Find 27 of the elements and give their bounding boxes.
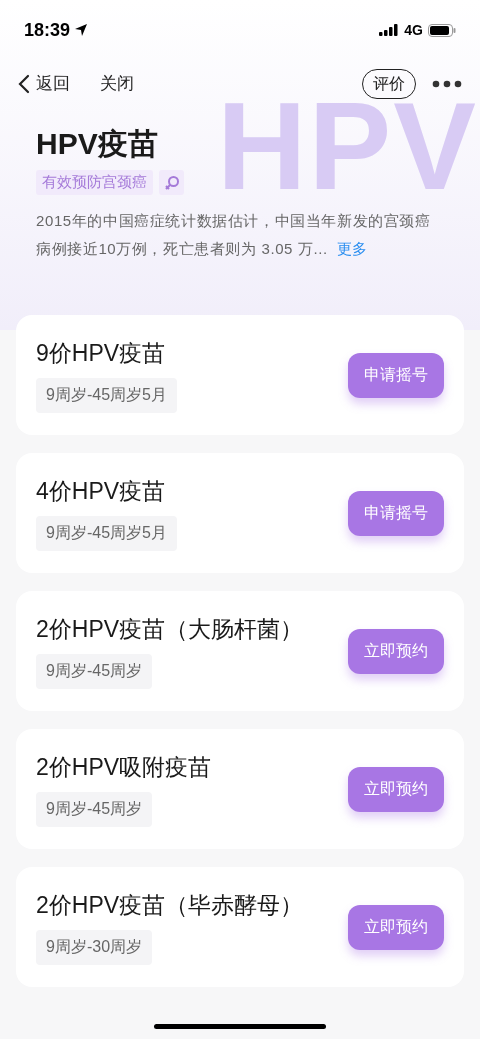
- battery-icon: [428, 23, 456, 37]
- description: 2015年的中国癌症统计数据估计，中国当年新发的宫颈癌病例接近10万例，死亡患者则为 3.05 万... 更多: [36, 211, 432, 259]
- vaccine-card[interactable]: 9价HPV疫苗 9周岁-45周岁5月 申请摇号: [16, 315, 464, 435]
- chevron-left-icon: [18, 74, 30, 94]
- network-label: 4G: [404, 20, 423, 40]
- age-range: 9周岁-30周岁: [36, 929, 153, 965]
- location-icon: [74, 23, 89, 37]
- back-button[interactable]: 返回: [18, 71, 70, 97]
- vaccine-card[interactable]: 2价HPV吸附疫苗 9周岁-45周岁 立即预约: [16, 729, 464, 849]
- age-range: 9周岁-45周岁: [36, 653, 153, 689]
- age-range: 9周岁-45周岁5月: [36, 377, 177, 413]
- vaccine-name: 2价HPV疫苗（大肠杆菌）: [36, 614, 304, 644]
- vaccine-card[interactable]: 2价HPV疫苗（大肠杆菌） 9周岁-45周岁 立即预约: [16, 591, 464, 711]
- vaccine-name: 4价HPV疫苗: [36, 476, 167, 506]
- age-range: 9周岁-45周岁5月: [36, 515, 177, 551]
- vaccine-card[interactable]: 4价HPV疫苗 9周岁-45周岁5月 申请摇号: [16, 453, 464, 573]
- female-icon: [159, 170, 184, 195]
- vaccine-name: 2价HPV疫苗（毕赤酵母）: [36, 890, 304, 920]
- vaccine-card[interactable]: 2价HPV疫苗（毕赤酵母） 9周岁-30周岁 立即预约: [16, 867, 464, 987]
- age-range: 9周岁-45周岁: [36, 791, 153, 827]
- vaccine-name: 9价HPV疫苗: [36, 338, 167, 368]
- signal-icon: [379, 24, 400, 36]
- more-icon[interactable]: [432, 80, 462, 88]
- status-time: 18:39: [24, 18, 71, 42]
- vaccine-name: 2价HPV吸附疫苗: [36, 752, 212, 782]
- tag: 有效预防宫颈癌: [36, 170, 153, 195]
- close-button[interactable]: 关闭: [100, 71, 134, 97]
